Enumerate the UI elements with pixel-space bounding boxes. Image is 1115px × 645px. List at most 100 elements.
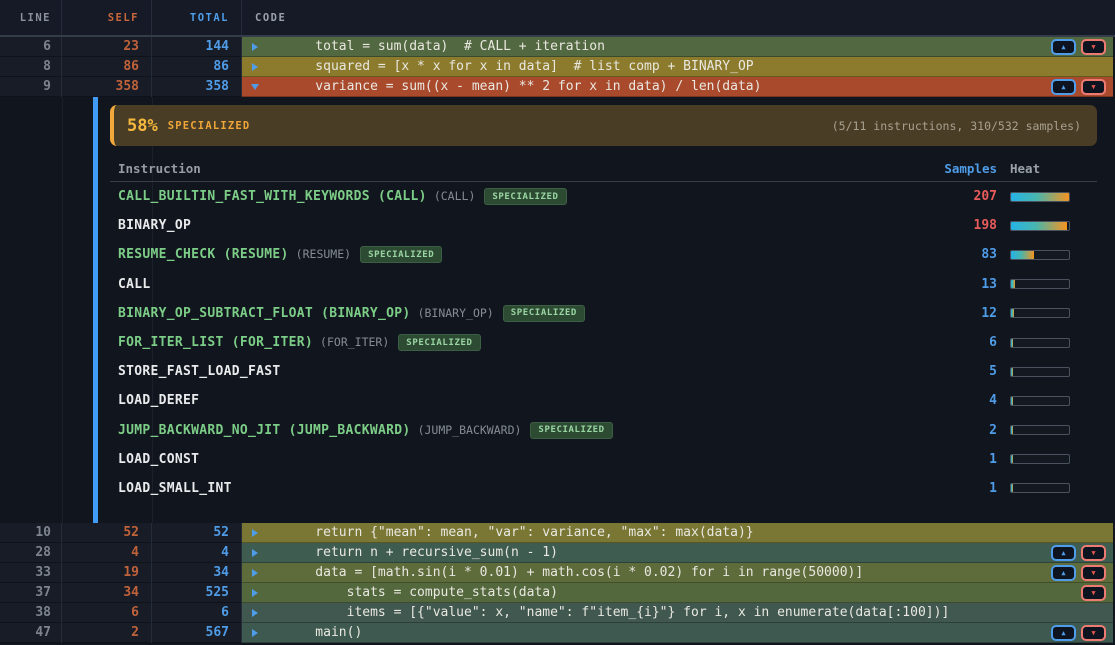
navigate-down-button[interactable]: ▼	[1081, 625, 1106, 641]
expand-expander-icon[interactable]	[252, 529, 258, 537]
code-rows-bottom: 105252 return {"mean": mean, "var": vari…	[0, 523, 1115, 643]
column-header-total[interactable]: TOTAL	[152, 0, 242, 35]
total-samples: 525	[152, 583, 242, 603]
heat-bar	[1010, 454, 1070, 464]
column-header-line[interactable]: LINE	[0, 0, 62, 35]
code-row[interactable]: 2844 return n + recursive_sum(n - 1)▲▼	[0, 543, 1115, 563]
code-row[interactable]: 88686 squared = [x * x for x in data] # …	[0, 57, 1115, 77]
heat-bar	[1010, 221, 1070, 231]
instruction-name: STORE_FAST_LOAD_FAST	[118, 364, 927, 379]
code-cell[interactable]: variance = sum((x - mean) ** 2 for x in …	[242, 77, 1113, 97]
column-header-code: CODE	[242, 0, 1115, 35]
navigate-up-button[interactable]: ▲	[1051, 565, 1076, 581]
navigate-up-button[interactable]: ▲	[1051, 625, 1076, 641]
code-cell[interactable]: stats = compute_stats(data)▼	[242, 583, 1113, 603]
code-row[interactable]: 105252 return {"mean": mean, "var": vari…	[0, 523, 1115, 543]
code-row[interactable]: 472567 main()▲▼	[0, 623, 1115, 643]
navigate-down-button[interactable]: ▼	[1081, 39, 1106, 55]
specialization-label: SPECIALIZED	[168, 120, 251, 132]
specialization-percent: 58%	[127, 116, 158, 136]
self-samples: 86	[62, 57, 152, 77]
instruction-name: BINARY_OP	[118, 218, 927, 233]
self-samples: 23	[62, 37, 152, 57]
specialized-badge: SPECIALIZED	[398, 334, 480, 351]
code-cell[interactable]: data = [math.sin(i * 0.01) + math.cos(i …	[242, 563, 1113, 583]
expand-expander-icon[interactable]	[252, 569, 258, 577]
instruction-row: LOAD_SMALL_INT1	[110, 474, 1097, 503]
code-cell[interactable]: squared = [x * x for x in data] # list c…	[242, 57, 1113, 77]
specialization-detail: (5/11 instructions, 310/532 samples)	[832, 119, 1081, 133]
expand-expander-icon[interactable]	[252, 589, 258, 597]
navigate-down-button[interactable]: ▼	[1081, 545, 1106, 561]
total-samples: 6	[152, 603, 242, 623]
total-samples: 144	[152, 37, 242, 57]
instruction-row: LOAD_CONST1	[110, 445, 1097, 474]
line-number: 37	[0, 583, 62, 603]
code-row[interactable]: 9358358 variance = sum((x - mean) ** 2 f…	[0, 77, 1115, 97]
instruction-base-name: (JUMP_BACKWARD)	[418, 423, 522, 437]
code-cell[interactable]: main()▲ ▼	[242, 623, 1113, 643]
specialized-badge: SPECIALIZED	[484, 188, 566, 205]
heat-cell	[997, 250, 1089, 260]
instruction-row: STORE_FAST_LOAD_FAST5	[110, 357, 1097, 386]
collapse-expander-icon[interactable]	[251, 84, 259, 90]
heat-bar-fill	[1011, 280, 1015, 288]
source-code-text: squared = [x * x for x in data] # list c…	[242, 57, 1113, 77]
expanded-detail-section: 58% SPECIALIZED (5/11 instructions, 310/…	[0, 97, 1115, 523]
source-code-text: return n + recursive_sum(n - 1)	[242, 543, 1113, 563]
expansion-indicator-bar	[93, 97, 98, 523]
column-header-self[interactable]: SELF	[62, 0, 152, 35]
heat-bar	[1010, 308, 1070, 318]
expand-expander-icon[interactable]	[252, 43, 258, 51]
code-cell[interactable]: return {"mean": mean, "var": variance, "…	[242, 523, 1113, 543]
source-code-text: main()	[242, 623, 1113, 643]
heat-cell	[997, 308, 1089, 318]
heat-bar-fill	[1011, 251, 1034, 259]
sample-count: 2	[927, 423, 997, 438]
sample-count: 198	[927, 218, 997, 233]
instruction-table: Instruction Samples Heat CALL_BUILTIN_FA…	[110, 155, 1097, 503]
column-header-samples[interactable]: Samples	[927, 161, 997, 176]
expand-expander-icon[interactable]	[252, 629, 258, 637]
expand-expander-icon[interactable]	[252, 549, 258, 557]
navigate-down-button[interactable]: ▼	[1081, 565, 1106, 581]
navigate-down-button[interactable]: ▼	[1081, 585, 1106, 601]
column-divider	[62, 97, 63, 523]
specialized-badge: SPECIALIZED	[360, 246, 442, 263]
sample-count: 13	[927, 277, 997, 292]
source-code-text: total = sum(data) # CALL + iteration	[242, 37, 1113, 57]
heat-bar-fill	[1011, 484, 1013, 492]
expand-expander-icon[interactable]	[252, 63, 258, 71]
navigate-up-button[interactable]: ▲	[1051, 79, 1076, 95]
navigate-up-button[interactable]: ▲	[1051, 545, 1076, 561]
heat-cell	[997, 367, 1089, 377]
heat-bar-fill	[1011, 339, 1013, 347]
code-cell[interactable]: items = [{"value": x, "name": f"item_{i}…	[242, 603, 1113, 623]
code-row[interactable]: 3866 items = [{"value": x, "name": f"ite…	[0, 603, 1115, 623]
instruction-name: RESUME_CHECK (RESUME)(RESUME)SPECIALIZED	[118, 246, 927, 263]
sample-count: 4	[927, 393, 997, 408]
code-row[interactable]: 3734525 stats = compute_stats(data)▼	[0, 583, 1115, 603]
navigate-down-button[interactable]: ▼	[1081, 79, 1106, 95]
sample-count: 1	[927, 452, 997, 467]
sample-count: 12	[927, 306, 997, 321]
code-row[interactable]: 623144 total = sum(data) # CALL + iterat…	[0, 37, 1115, 57]
line-number: 6	[0, 37, 62, 57]
instruction-base-name: (FOR_ITER)	[320, 335, 389, 349]
expand-expander-icon[interactable]	[252, 609, 258, 617]
heat-cell	[997, 483, 1089, 493]
instruction-row: CALL13	[110, 270, 1097, 299]
heat-bar	[1010, 192, 1070, 202]
code-cell[interactable]: return n + recursive_sum(n - 1)▲ ▼	[242, 543, 1113, 563]
instruction-row: CALL_BUILTIN_FAST_WITH_KEYWORDS (CALL)(C…	[110, 182, 1097, 211]
instruction-rows: CALL_BUILTIN_FAST_WITH_KEYWORDS (CALL)(C…	[110, 182, 1097, 503]
code-cell[interactable]: total = sum(data) # CALL + iteration▲ ▼	[242, 37, 1113, 57]
specialized-badge: SPECIALIZED	[503, 305, 585, 322]
source-code-text: data = [math.sin(i * 0.01) + math.cos(i …	[242, 563, 1113, 583]
heat-bar	[1010, 367, 1070, 377]
sample-count: 83	[927, 247, 997, 262]
navigate-up-button[interactable]: ▲	[1051, 39, 1076, 55]
self-samples: 358	[62, 77, 152, 97]
heat-cell	[997, 221, 1089, 231]
code-row[interactable]: 331934 data = [math.sin(i * 0.01) + math…	[0, 563, 1115, 583]
